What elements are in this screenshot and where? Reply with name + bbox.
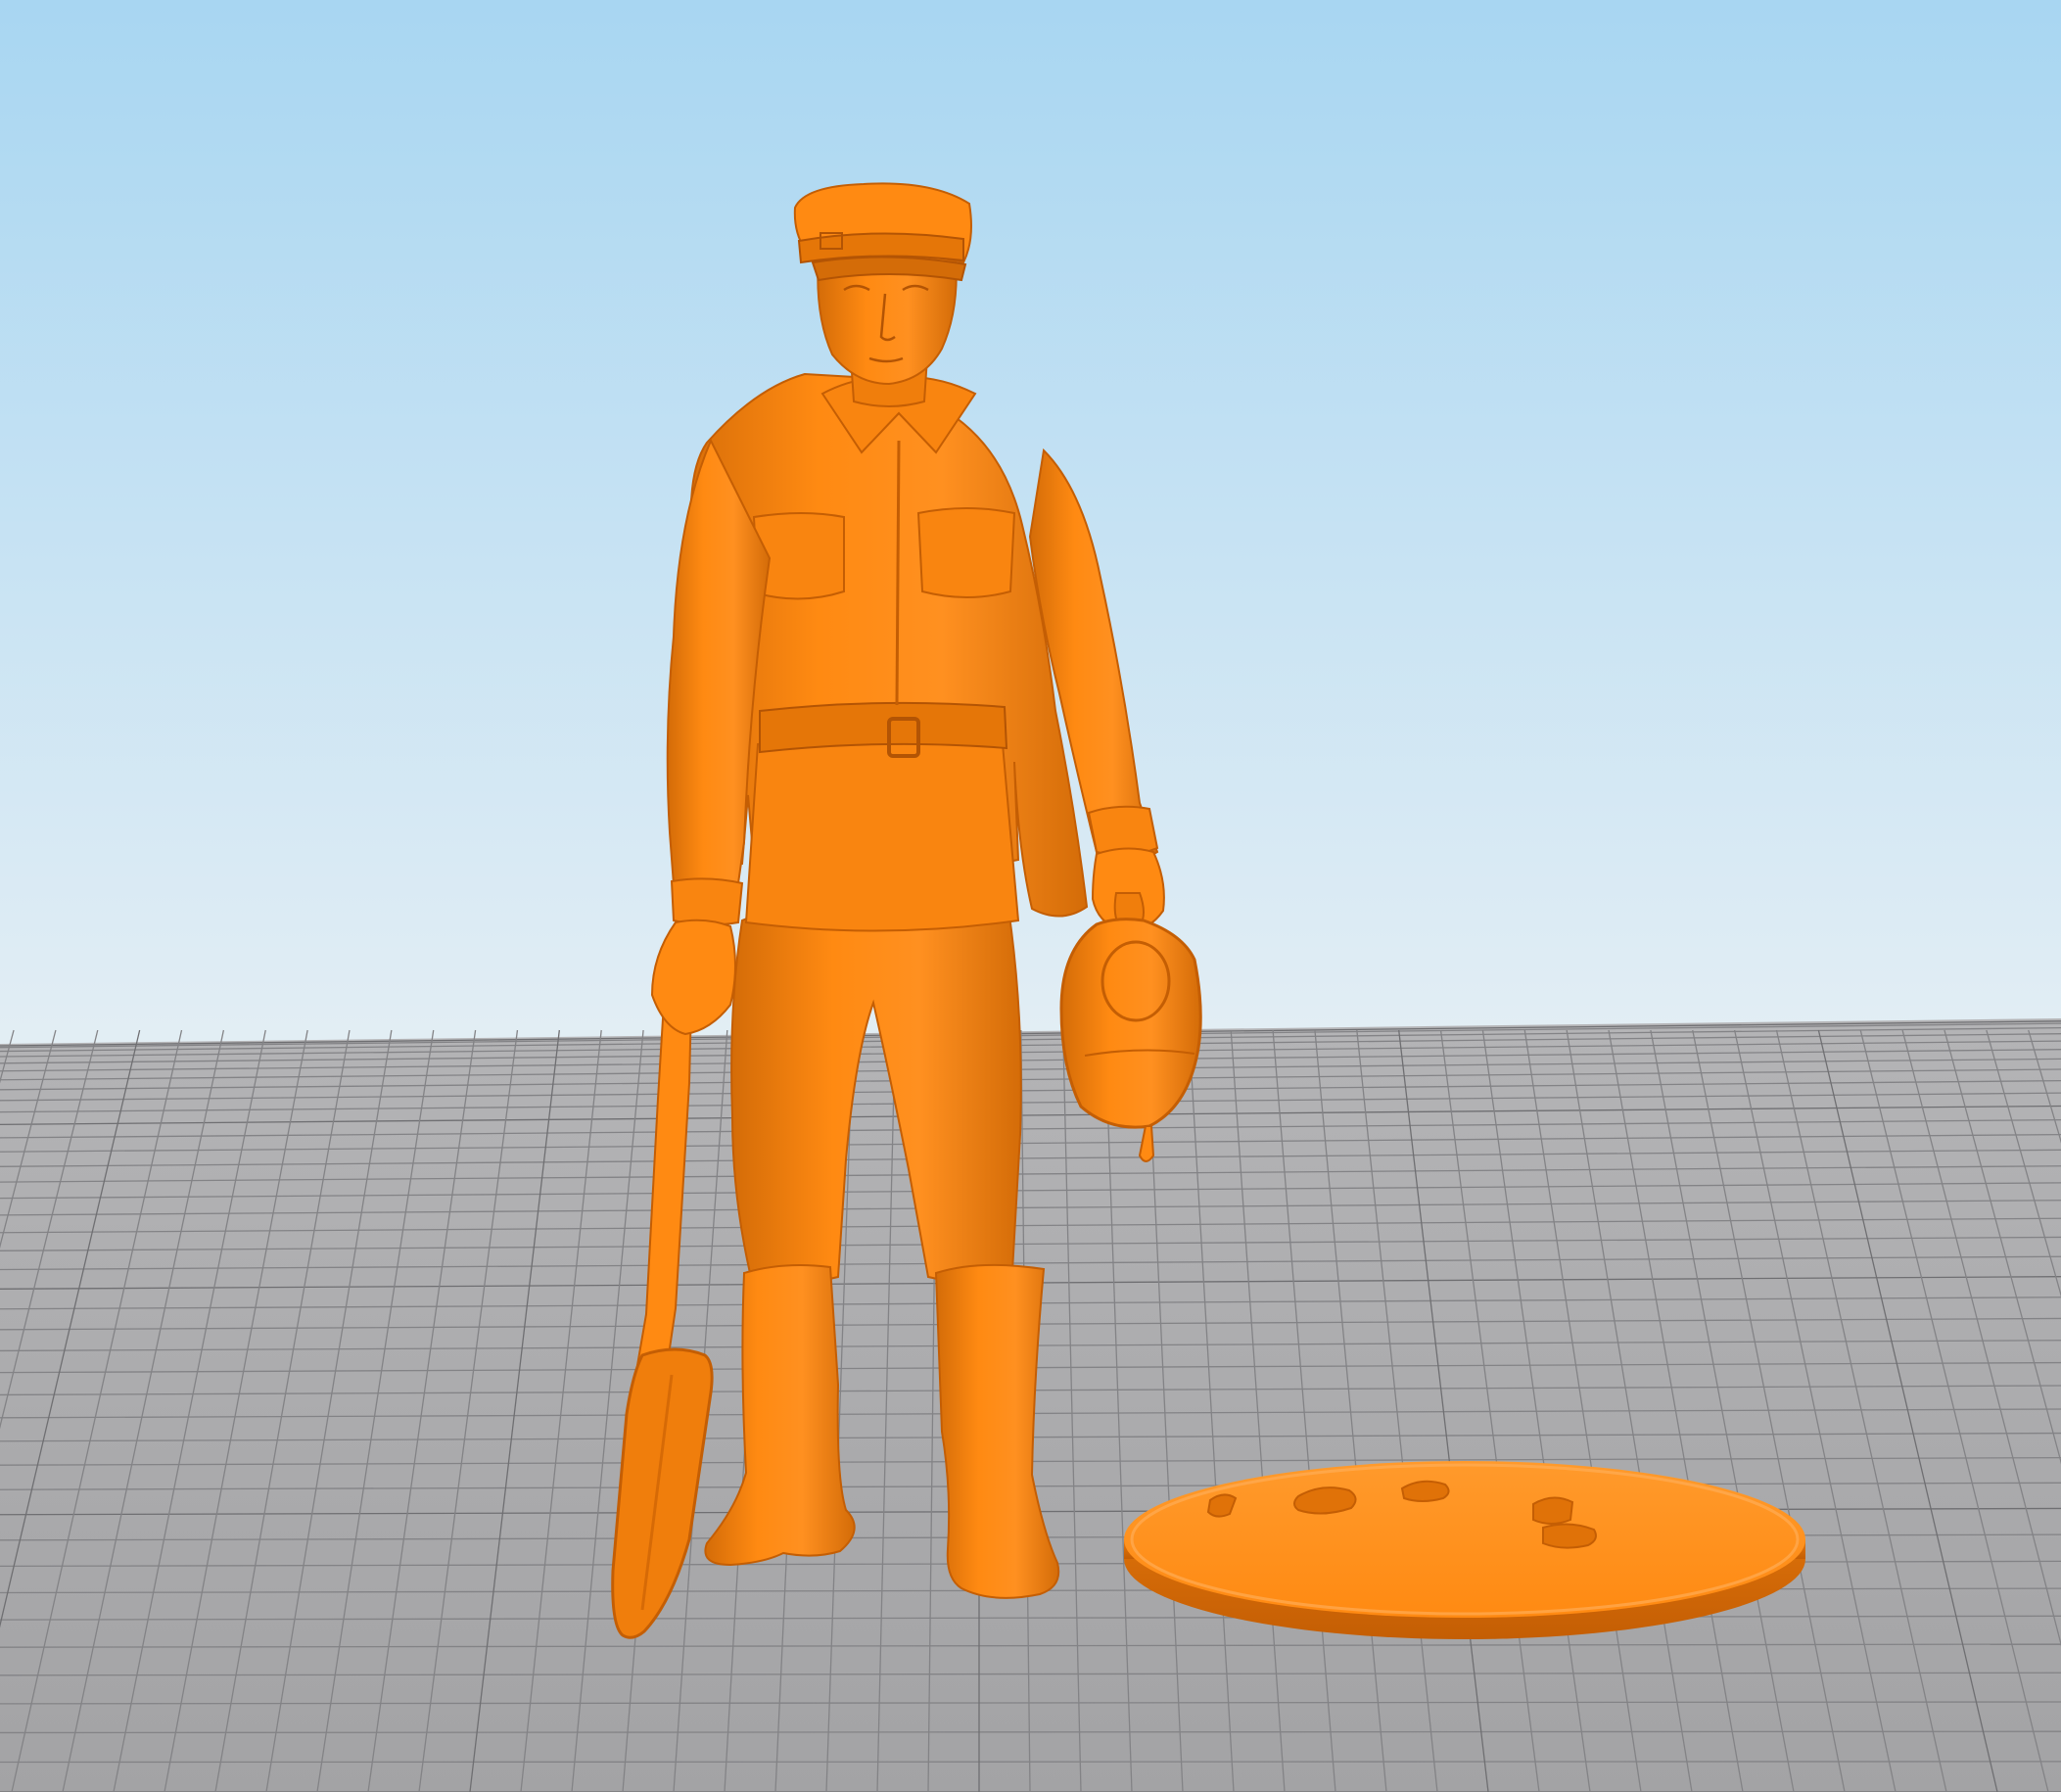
round-base[interactable] [1124, 1461, 1805, 1639]
left-cuff [670, 877, 744, 926]
right-chest-pocket [916, 507, 1016, 598]
cap [793, 182, 972, 282]
tunic-skirt [744, 738, 1020, 932]
3d-viewport[interactable] [0, 0, 2061, 1792]
belt [759, 701, 1008, 754]
